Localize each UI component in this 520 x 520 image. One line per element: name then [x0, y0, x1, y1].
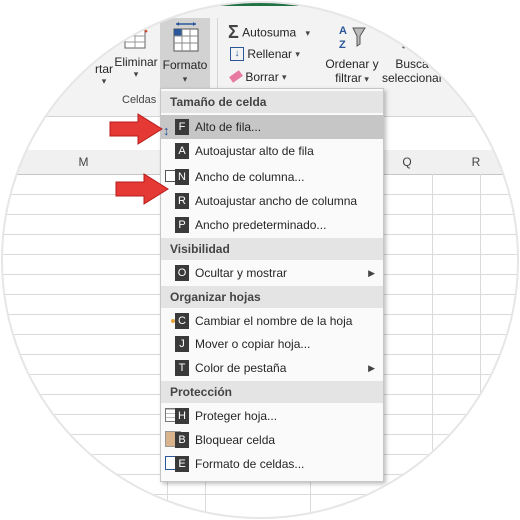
chevron-down-icon: ▾ [305, 27, 311, 38]
keytip-badge: N [175, 169, 189, 185]
svg-text:A: A [339, 25, 347, 37]
menu-item-default-width[interactable]: P Ancho predeterminado... [161, 213, 383, 237]
section-protection: Protección [161, 381, 383, 403]
menu-item-column-width[interactable]: N Ancho de columna... [161, 165, 383, 189]
sigma-icon: Σ [228, 22, 239, 42]
menu-item-label: Ancho predeterminado... [195, 218, 327, 232]
delete-button[interactable]: Eliminar ▾ [114, 22, 158, 80]
chevron-down-icon: ▾ [282, 72, 287, 82]
keytip-badge: B [175, 432, 189, 448]
menu-item-label: Cambiar el nombre de la hoja [195, 314, 353, 328]
chevron-down-icon: ▾ [182, 74, 188, 84]
menu-item-lock-cell[interactable]: B Bloquear celda [161, 428, 383, 452]
red-arrow-icon [115, 173, 169, 205]
clear-label: Borrar [245, 69, 279, 84]
menu-item-label: Mover o copiar hoja... [195, 337, 311, 351]
keytip-badge: A [175, 143, 189, 159]
autosum-label: Autosuma [242, 25, 297, 40]
chevron-down-icon: ▾ [295, 49, 300, 59]
menu-item-label: Ocultar y mostrar [195, 266, 288, 280]
section-cell-size: Tamaño de celda [161, 91, 383, 113]
menu-item-rename-sheet[interactable]: C Cambiar el nombre de la hoja [161, 309, 383, 333]
keytip-badge: P [175, 217, 189, 233]
column-label: R [471, 155, 481, 169]
sort-label-2: filtrar [335, 71, 362, 85]
menu-item-label: Ancho de columna... [195, 170, 305, 184]
column-header-R[interactable]: R [432, 150, 520, 175]
chevron-down-icon: ▾ [361, 74, 369, 84]
column-label: M [78, 155, 89, 169]
menu-item-label: Color de pestaña [195, 361, 287, 375]
format-button[interactable]: Formato ▾ [160, 18, 210, 96]
column-header-Q[interactable]: Q [382, 150, 433, 175]
fill-down-icon: ↓ [230, 46, 244, 61]
menu-item-protect-sheet[interactable]: H Proteger hoja... [161, 404, 383, 428]
format-cells-icon [173, 22, 199, 52]
keytip-badge: C [175, 313, 189, 329]
menu-item-label: Bloquear celda [195, 433, 276, 447]
menu-item-format-cells[interactable]: E Formato de celdas... [161, 452, 383, 476]
svg-text:Z: Z [339, 39, 346, 51]
find-label-1: Busca [395, 57, 429, 71]
find-label-2: seleccionar [382, 71, 443, 85]
chevron-down-icon: ▾ [101, 76, 107, 86]
clear-button[interactable]: Borrar ▾ [229, 69, 287, 84]
keytip-badge: O [175, 265, 189, 281]
excel-window: rtar ▾ Eliminar ▾ Formato ▾ Celdas Σ Aut… [0, 0, 520, 520]
keytip-badge: J [175, 336, 189, 352]
keytip-badge: T [175, 360, 189, 376]
menu-item-tab-color[interactable]: T Color de pestaña ▶ [161, 356, 383, 380]
menu-item-label: Autoajustar ancho de columna [195, 194, 358, 208]
format-label: Formato [162, 58, 208, 72]
find-select-button[interactable]: Busca seleccionar [382, 22, 443, 85]
format-dropdown-menu: Tamaño de celda ↕ F Alto de fila... A Au… [160, 88, 384, 482]
fill-label: Rellenar [247, 46, 293, 61]
cells-group-label: Celdas [122, 94, 157, 106]
insert-label: rtar [95, 62, 113, 76]
title-bar-strip [0, 0, 520, 6]
menu-item-row-height[interactable]: ↕ F Alto de fila... [161, 115, 383, 139]
menu-item-label: Alto de fila... [195, 120, 262, 134]
menu-item-label: Autoajustar alto de fila [195, 144, 314, 158]
keytip-badge: F [175, 119, 189, 135]
keytip-badge: E [175, 456, 189, 472]
submenu-arrow-icon: ▶ [368, 363, 375, 373]
keytip-badge: H [175, 408, 189, 424]
menu-item-label: Formato de celdas... [195, 457, 305, 471]
menu-item-hide-unhide[interactable]: O Ocultar y mostrar ▶ [161, 261, 383, 285]
menu-item-autofit-row-height[interactable]: A Autoajustar alto de fila [161, 139, 383, 163]
menu-item-move-copy-sheet[interactable]: J Mover o copiar hoja... [161, 332, 383, 356]
gridline [0, 494, 520, 495]
delete-label: Eliminar [114, 55, 158, 69]
submenu-arrow-icon: ▶ [368, 268, 375, 278]
sort-filter-button[interactable]: A Z Ordenar y filtrar ▾ [322, 22, 382, 85]
insert-button[interactable]: rtar ▾ [95, 62, 113, 87]
sort-filter-icon: A Z [339, 25, 366, 51]
keytip-badge: R [175, 193, 189, 209]
autosum-button[interactable]: Σ Autosuma ▾ [228, 22, 310, 43]
fill-button[interactable]: ↓ Rellenar ▾ [230, 46, 300, 61]
chevron-down-icon: ▾ [133, 69, 139, 79]
red-arrow-icon [109, 113, 163, 145]
search-icon [402, 26, 423, 49]
delete-cells-icon [124, 23, 148, 49]
eraser-icon [229, 70, 243, 84]
gridline [480, 174, 481, 520]
menu-item-autofit-column-width[interactable]: R Autoajustar ancho de columna [161, 189, 383, 213]
column-label: Q [402, 155, 412, 169]
section-visibility: Visibilidad [161, 238, 383, 260]
menu-item-label: Proteger hoja... [195, 409, 278, 423]
sort-label-1: Ordenar y [325, 57, 379, 71]
gridline [432, 174, 433, 520]
section-organize-sheets: Organizar hojas [161, 286, 383, 308]
